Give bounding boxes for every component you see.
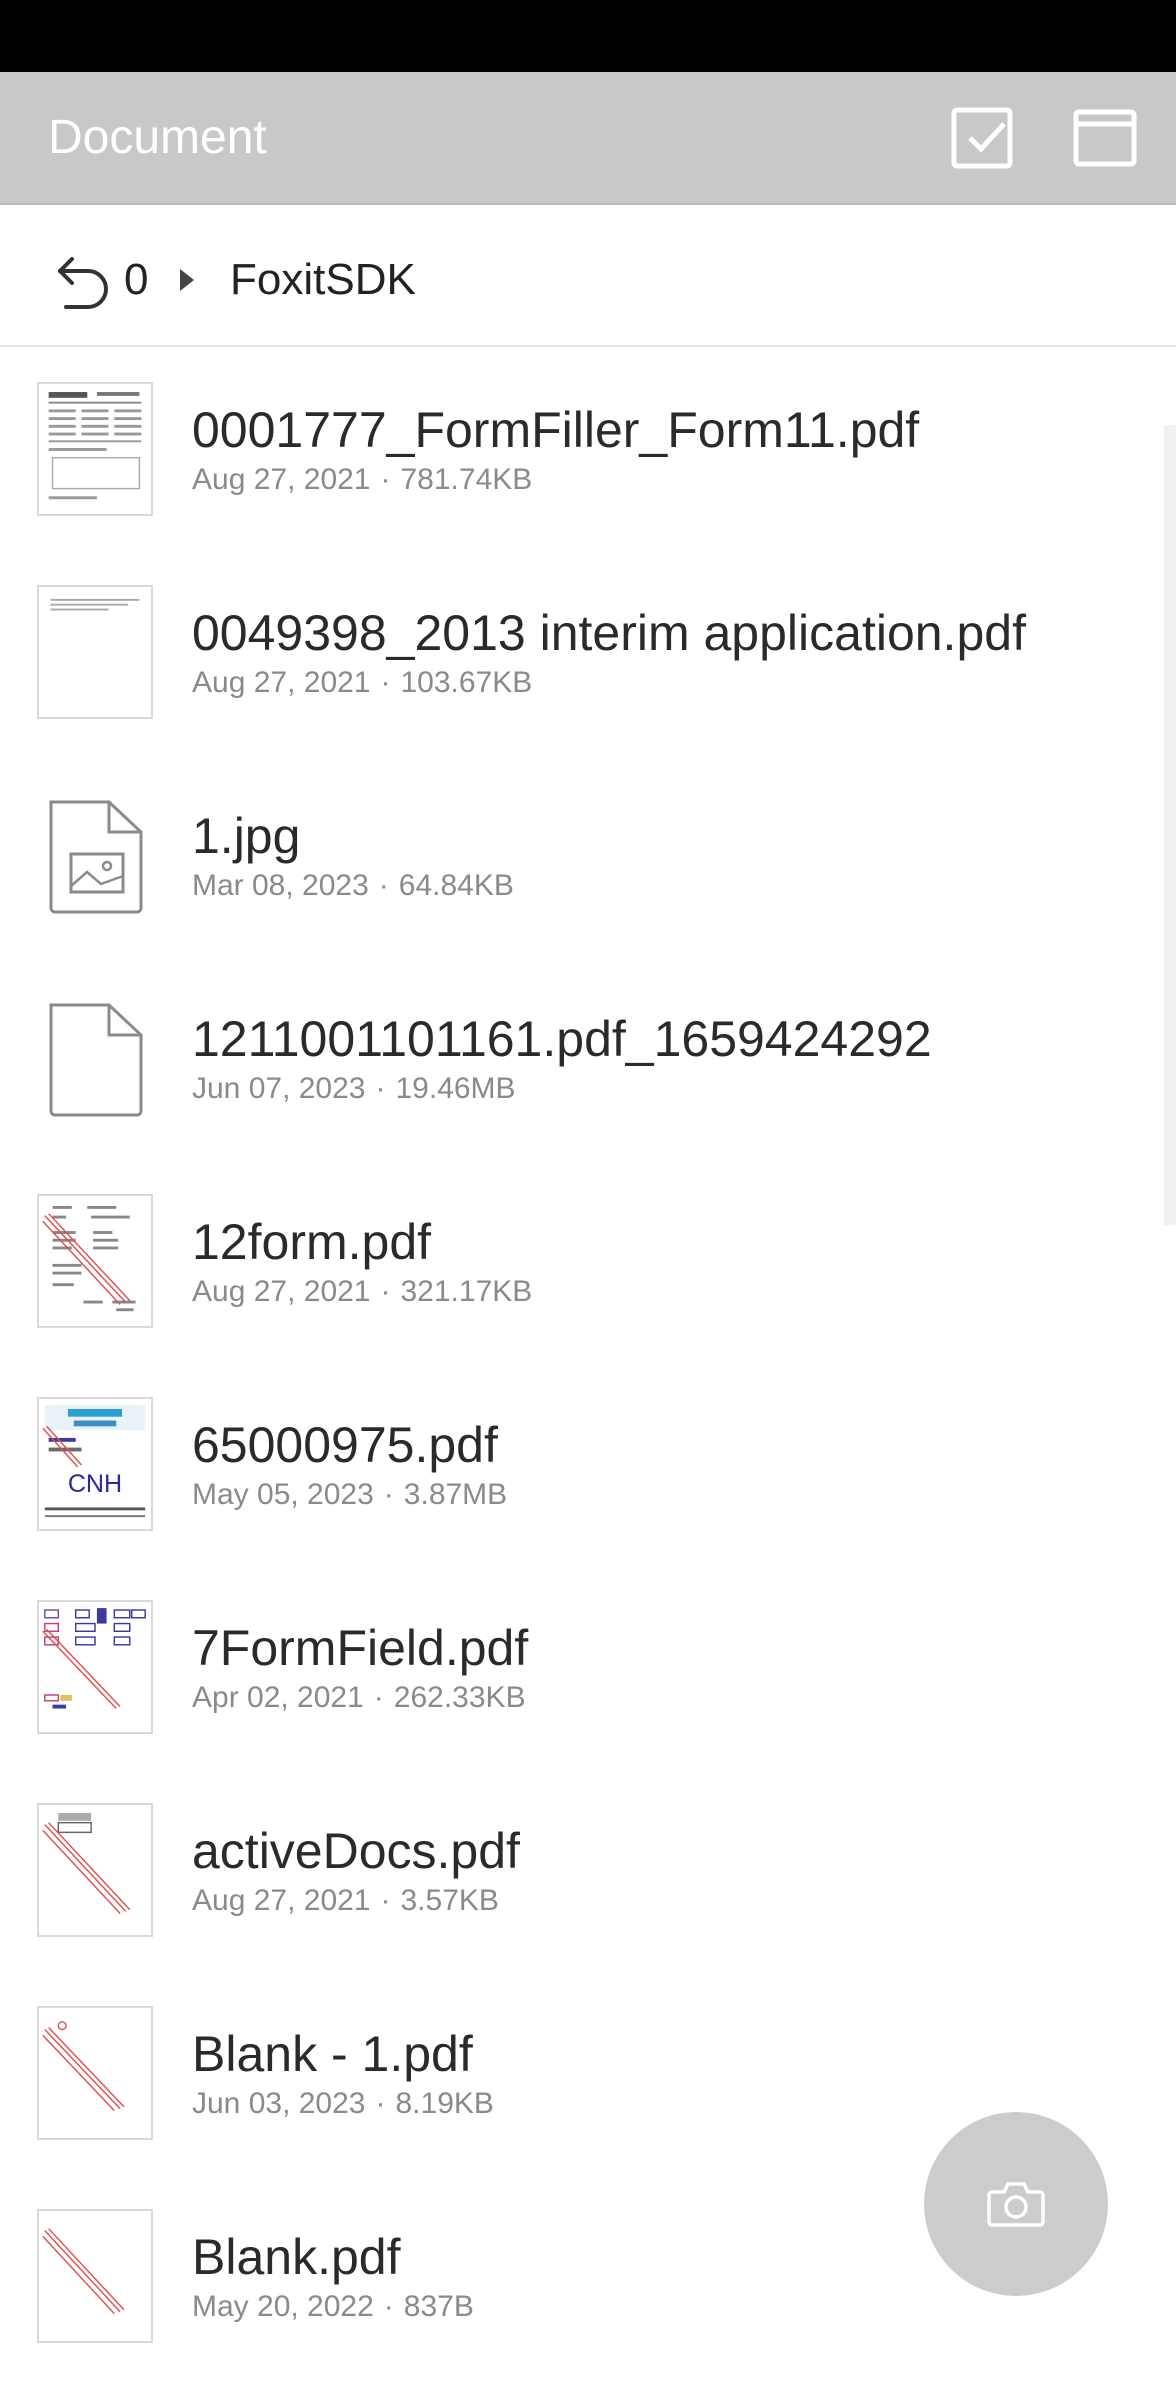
formfield-thumbnail	[37, 1600, 153, 1734]
file-name: Blank - 1.pdf	[192, 2026, 473, 2082]
list-item[interactable]: 7FormField.pdf Apr 02, 2021 · 262.33KB	[0, 1564, 1176, 1767]
text-thumbnail	[37, 585, 153, 719]
file-size: 8.19KB	[395, 2087, 494, 2120]
file-size: 3.87MB	[403, 1478, 508, 1511]
file-name: 1.jpg	[192, 808, 301, 864]
file-meta: Jun 07, 2023 · 19.46MB	[192, 1072, 516, 1105]
file-name: 7FormField.pdf	[192, 1620, 529, 1676]
chevron-right-icon	[176, 265, 198, 295]
list-item[interactable]: activeDocs.pdf Aug 27, 2021 · 3.57KB	[0, 1767, 1176, 1970]
brochure-thumbnail: CNH	[37, 1397, 153, 1531]
camera-icon	[987, 2182, 1045, 2227]
file-size: 3.57KB	[400, 1884, 499, 1917]
file-date: May 05, 2023	[192, 1478, 374, 1511]
list-item[interactable]: 0049398_2013 interim application.pdf Aug…	[0, 549, 1176, 752]
list-item[interactable]: 1.jpg Mar 08, 2023 · 64.84KB	[0, 752, 1176, 955]
image-file-icon	[37, 788, 153, 922]
generic-file-icon	[37, 991, 153, 1125]
list-item[interactable]: 12form.pdf Aug 27, 2021 · 321.17KB	[0, 1158, 1176, 1361]
file-size: 19.46MB	[395, 1072, 516, 1105]
file-meta: May 05, 2023 · 3.87MB	[192, 1478, 508, 1511]
file-name: Blank.pdf	[192, 2229, 401, 2285]
watermark-thumbnail	[37, 1803, 153, 1937]
svg-text:CNH: CNH	[68, 1470, 122, 1498]
file-date: Aug 27, 2021	[192, 1884, 371, 1917]
file-size: 321.17KB	[400, 1275, 533, 1308]
app-bar: Document	[0, 72, 1176, 205]
breadcrumb-folder[interactable]: FoxitSDK	[230, 245, 416, 315]
list-item[interactable]: 1211001101161.pdf_1659424292 Jun 07, 202…	[0, 955, 1176, 1158]
breadcrumb-level[interactable]: 0	[124, 245, 148, 315]
file-meta: Aug 27, 2021 · 3.57KB	[192, 1884, 499, 1917]
file-size: 837B	[403, 2290, 474, 2323]
file-meta: Apr 02, 2021 · 262.33KB	[192, 1681, 526, 1714]
file-date: Jun 03, 2023	[192, 2087, 366, 2120]
file-meta: Jun 03, 2023 · 8.19KB	[192, 2087, 494, 2120]
file-date: May 20, 2022	[192, 2290, 374, 2323]
file-name: activeDocs.pdf	[192, 1823, 520, 1879]
list-item[interactable]: 0001777_FormFiller_Form11.pdf Aug 27, 20…	[0, 346, 1176, 549]
file-list: 0001777_FormFiller_Form11.pdf Aug 27, 20…	[0, 346, 1176, 2376]
form-watermark-thumbnail	[37, 1194, 153, 1328]
file-name: 65000975.pdf	[192, 1417, 498, 1473]
file-date: Aug 27, 2021	[192, 463, 371, 496]
file-meta: Aug 27, 2021 · 321.17KB	[192, 1275, 533, 1308]
camera-button[interactable]	[924, 2112, 1108, 2296]
list-item[interactable]: CNH 65000975.pdf May 05, 2023 · 3.87MB	[0, 1361, 1176, 1564]
file-name: 0001777_FormFiller_Form11.pdf	[192, 402, 920, 458]
file-size: 64.84KB	[398, 869, 514, 902]
form-thumbnail	[37, 382, 153, 516]
file-size: 103.67KB	[400, 666, 533, 699]
file-size: 262.33KB	[393, 1681, 526, 1714]
file-meta: Aug 27, 2021 · 781.74KB	[192, 463, 533, 496]
file-name: 12form.pdf	[192, 1214, 432, 1270]
file-date: Aug 27, 2021	[192, 1275, 371, 1308]
breadcrumb: 0 FoxitSDK	[0, 205, 1176, 347]
page-title: Document	[48, 111, 267, 164]
file-date: Jun 07, 2023	[192, 1072, 366, 1105]
file-name: 1211001101161.pdf_1659424292	[192, 1011, 932, 1067]
back-arrow-icon[interactable]	[52, 251, 114, 313]
status-bar	[0, 0, 1176, 72]
file-date: Mar 08, 2023	[192, 869, 369, 902]
file-meta: Mar 08, 2023 · 64.84KB	[192, 869, 514, 902]
watermark-thumbnail	[37, 2209, 153, 2343]
file-meta: May 20, 2022 · 837B	[192, 2290, 474, 2323]
file-name: 0049398_2013 interim application.pdf	[192, 605, 1026, 661]
file-meta: Aug 27, 2021 · 103.67KB	[192, 666, 533, 699]
file-size: 781.74KB	[400, 463, 533, 496]
watermark-thumbnail	[37, 2006, 153, 2140]
file-date: Aug 27, 2021	[192, 666, 371, 699]
checkbox-select-icon[interactable]	[948, 102, 1018, 172]
window-icon[interactable]	[1070, 102, 1140, 172]
file-date: Apr 02, 2021	[192, 1681, 364, 1714]
